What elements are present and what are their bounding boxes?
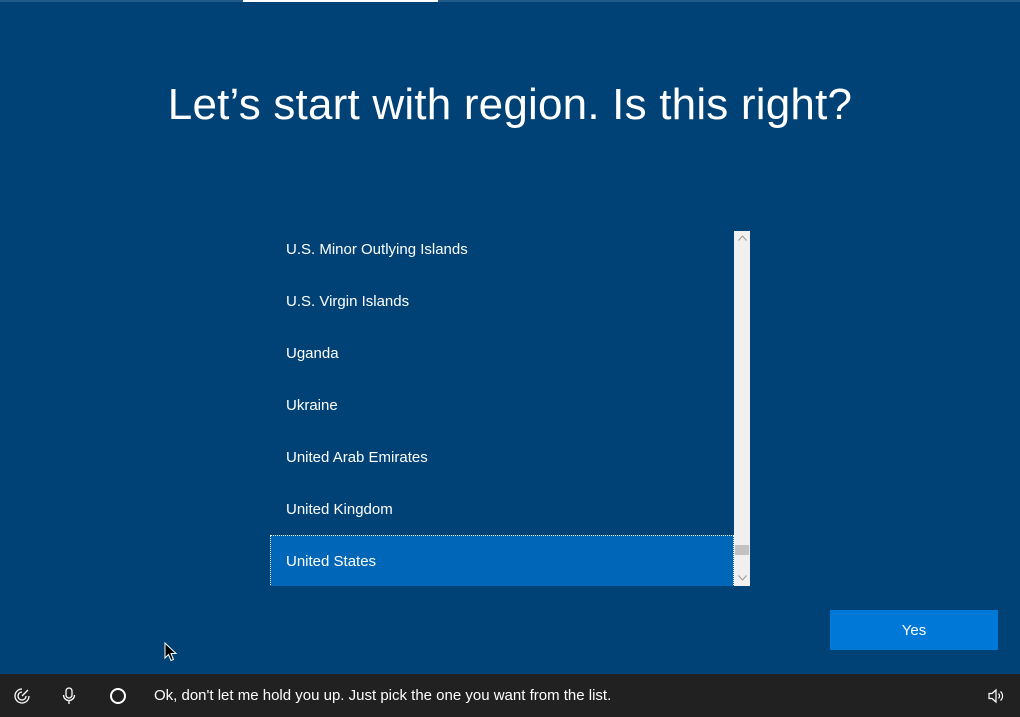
region-list-scrollbar[interactable] — [734, 231, 750, 586]
cortana-message: Ok, don't let me hold you up. Just pick … — [154, 687, 612, 704]
oobe-taskbar: Ok, don't let me hold you up. Just pick … — [0, 674, 1020, 717]
region-item-uganda[interactable]: Uganda — [270, 327, 734, 379]
chevron-up-icon[interactable] — [734, 231, 750, 245]
region-item-united-kingdom[interactable]: United Kingdom — [270, 483, 734, 535]
region-item-united-states[interactable]: United States — [270, 535, 734, 586]
region-item-us-minor-outlying-islands[interactable]: U.S. Minor Outlying Islands — [270, 231, 734, 275]
yes-button[interactable]: Yes — [830, 610, 998, 650]
ease-of-access-icon[interactable] — [7, 674, 37, 717]
region-item-ukraine[interactable]: Ukraine — [270, 379, 734, 431]
region-item-us-virgin-islands[interactable]: U.S. Virgin Islands — [270, 275, 734, 327]
speaker-icon[interactable] — [981, 674, 1011, 717]
setup-progress-track — [0, 0, 1020, 2]
cortana-ring-icon[interactable] — [103, 674, 133, 717]
region-item-united-arab-emirates[interactable]: United Arab Emirates — [270, 431, 734, 483]
setup-progress-fill — [243, 0, 438, 2]
page-title: Let’s start with region. Is this right? — [167, 80, 853, 129]
scroll-thumb[interactable] — [735, 545, 749, 555]
mouse-cursor-icon — [164, 642, 178, 662]
chevron-down-icon[interactable] — [734, 571, 750, 585]
region-list[interactable]: U.S. Minor Outlying Islands U.S. Virgin … — [270, 231, 750, 586]
microphone-icon[interactable] — [54, 674, 84, 717]
